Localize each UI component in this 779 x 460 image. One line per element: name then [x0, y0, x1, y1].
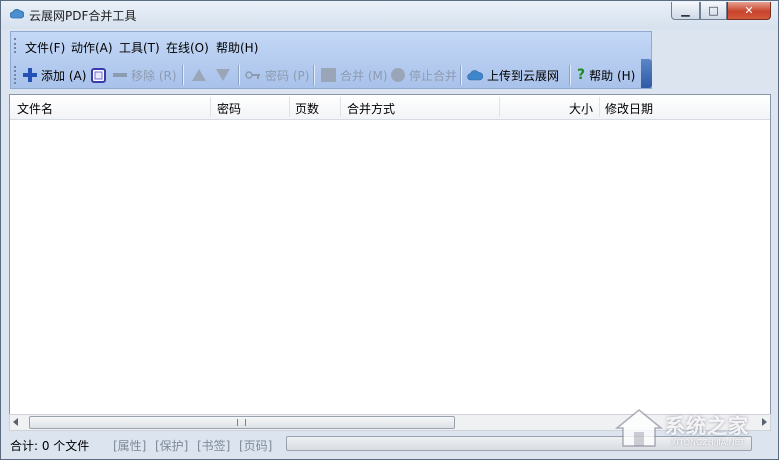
toolbar-separator — [182, 65, 184, 85]
list-header: 文件名 密码 页数 合并方式 大小 修改日期 — [10, 95, 770, 120]
status-protection: [保护] — [155, 439, 189, 453]
status-page-numbers: [页码] — [239, 439, 273, 453]
menu-action[interactable]: 动作(A) — [71, 39, 113, 56]
minimize-button[interactable]: ▁ — [671, 2, 700, 20]
password-button[interactable]: 密码 (P) — [245, 66, 309, 84]
column-header-modified[interactable]: 修改日期 — [605, 100, 653, 117]
help-button[interactable]: ? 帮助 (H) — [577, 66, 635, 84]
stop-merge-button[interactable]: 停止合并 — [391, 66, 457, 84]
stop-merge-label: 停止合并 — [409, 68, 458, 83]
cloud-icon — [10, 8, 24, 19]
move-down-button[interactable] — [215, 66, 231, 84]
toolbar-grip-icon[interactable] — [14, 66, 19, 84]
stop-icon — [391, 68, 405, 82]
menu-file[interactable]: 文件(F) — [25, 39, 65, 56]
arrow-down-icon — [216, 69, 230, 81]
password-label: 密码 (P) — [265, 68, 310, 83]
house-logo-icon — [615, 409, 663, 447]
column-divider[interactable] — [499, 97, 500, 117]
minimize-icon: ▁ — [681, 4, 690, 17]
square-icon — [91, 67, 106, 83]
toolbar-separator — [238, 65, 240, 85]
toolbar-separator — [313, 65, 315, 85]
toolbar: 添加 (A) 移除 (R) 密码 (P) 合并 (M) 停止合并 上传到云展网 … — [11, 61, 651, 88]
plus-icon — [23, 68, 37, 82]
toolbar-overflow-button[interactable] — [641, 59, 652, 88]
key-icon — [245, 71, 260, 79]
status-properties: [属性] — [113, 439, 147, 453]
file-list[interactable]: 文件名 密码 页数 合并方式 大小 修改日期 — [9, 94, 771, 430]
arrow-up-icon — [192, 69, 206, 81]
merge-label: 合并 (M) — [340, 68, 388, 83]
toolbar-separator — [569, 65, 571, 85]
close-button[interactable]: ✕ — [727, 2, 771, 20]
close-icon: ✕ — [744, 4, 754, 17]
add-button[interactable]: 添加 (A) — [23, 66, 86, 84]
watermark-url: XITONGZHIJIA.NET — [671, 438, 745, 447]
merge-button[interactable]: 合并 (M) — [321, 66, 388, 84]
column-header-filename[interactable]: 文件名 — [17, 100, 53, 117]
menu-grip-icon[interactable] — [14, 38, 19, 53]
minus-icon — [113, 73, 127, 77]
select-toggle-button[interactable] — [91, 66, 106, 84]
column-divider[interactable] — [289, 97, 290, 117]
status-bookmarks: [书签] — [197, 439, 231, 453]
scroll-left-arrow-icon[interactable] — [13, 418, 18, 426]
merge-icon — [321, 68, 336, 82]
title-bar: 云展网PDF合并工具 ▁ □ ✕ — [1, 1, 778, 29]
cloud-upload-icon — [467, 70, 483, 81]
menu-help[interactable]: 帮助(H) — [216, 39, 258, 56]
column-header-password[interactable]: 密码 — [217, 100, 241, 117]
remove-label: 移除 (R) — [131, 68, 177, 83]
menu-bar: 文件(F) 动作(A) 工具(T) 在线(O) 帮助(H) — [11, 32, 651, 59]
help-label: 帮助 (H) — [589, 68, 636, 83]
column-divider[interactable] — [340, 97, 341, 117]
scroll-thumb[interactable] — [29, 416, 455, 429]
watermark: 系统之家 XITONGZHIJIA.NET — [613, 406, 775, 456]
question-icon: ? — [577, 67, 586, 83]
add-label: 添加 (A) — [41, 68, 87, 83]
file-count: 合计: 0 个文件 — [10, 439, 90, 453]
toolbar-separator — [460, 65, 462, 85]
move-up-button[interactable] — [191, 66, 207, 84]
column-divider[interactable] — [210, 97, 211, 117]
maximize-icon: □ — [708, 4, 719, 17]
column-divider[interactable] — [599, 97, 600, 117]
maximize-button[interactable]: □ — [700, 2, 727, 20]
menu-online[interactable]: 在线(O) — [166, 39, 209, 56]
remove-button[interactable]: 移除 (R) — [113, 66, 177, 84]
command-bar: 文件(F) 动作(A) 工具(T) 在线(O) 帮助(H) 添加 (A) 移除 … — [10, 31, 652, 89]
upload-button[interactable]: 上传到云展网 — [467, 66, 559, 84]
upload-label: 上传到云展网 — [487, 68, 560, 83]
app-window: 云展网PDF合并工具 ▁ □ ✕ 文件(F) 动作(A) 工具(T) 在线(O)… — [0, 0, 779, 460]
watermark-text: 系统之家 — [665, 414, 749, 438]
column-header-merge-mode[interactable]: 合并方式 — [347, 100, 395, 117]
menu-tools[interactable]: 工具(T) — [119, 39, 160, 56]
column-header-size[interactable]: 大小 — [569, 100, 593, 117]
grip-lines-icon — [237, 419, 246, 426]
window-title: 云展网PDF合并工具 — [29, 9, 137, 23]
column-header-pages[interactable]: 页数 — [295, 100, 319, 117]
